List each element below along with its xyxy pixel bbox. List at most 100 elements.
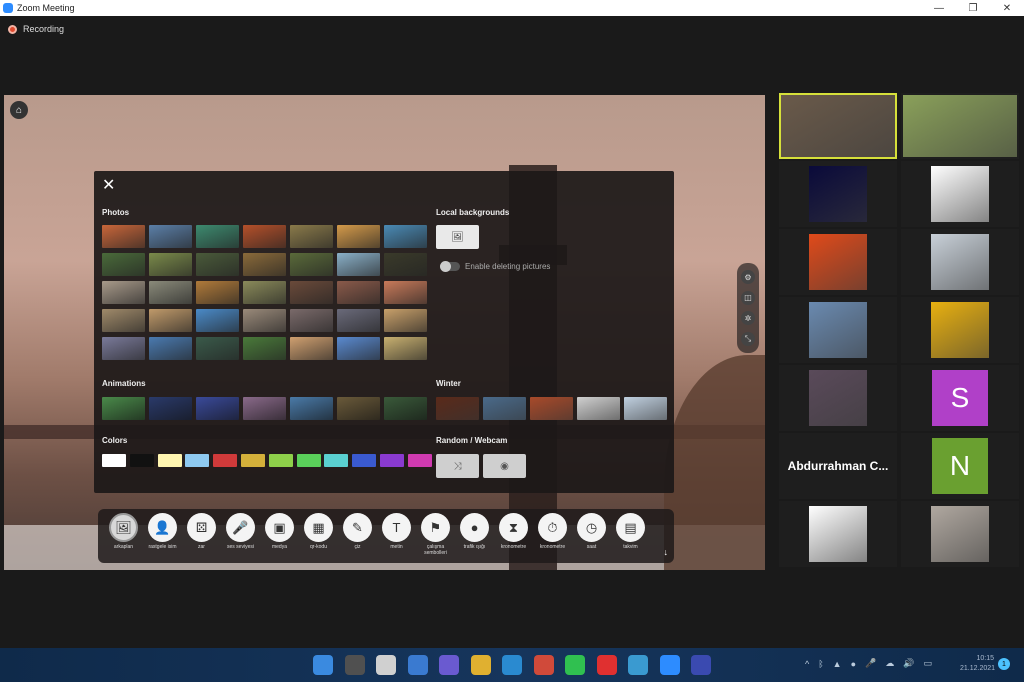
color-swatch[interactable]: [407, 454, 432, 467]
tray-icon[interactable]: ▭: [923, 658, 932, 669]
photo-thumbnail[interactable]: [149, 309, 192, 332]
toolbar-tool-button[interactable]: 🖼 arkaplan: [104, 513, 143, 550]
photo-thumbnail[interactable]: [243, 225, 286, 248]
color-swatch[interactable]: [213, 454, 238, 467]
photo-thumbnail[interactable]: [384, 281, 427, 304]
photo-thumbnail[interactable]: [102, 309, 145, 332]
toolbar-tool-button[interactable]: ⚑ çalışma sembolleri: [416, 513, 455, 556]
color-swatch[interactable]: [185, 454, 210, 467]
photo-thumbnail[interactable]: [196, 337, 239, 360]
enable-deleting-toggle[interactable]: [440, 261, 460, 272]
toolbar-tool-button[interactable]: ▤ takvim: [611, 513, 650, 550]
toolbar-collapse-icon[interactable]: ↓: [664, 547, 669, 557]
photo-thumbnail[interactable]: [384, 309, 427, 332]
color-swatch[interactable]: [296, 454, 321, 467]
toolbar-tool-button[interactable]: ✎ çiz: [338, 513, 377, 550]
color-swatch[interactable]: [352, 454, 377, 467]
tray-icon[interactable]: ᛒ: [818, 659, 823, 669]
toolbar-tool-button[interactable]: 👤 rastgele isim: [143, 513, 182, 550]
photo-thumbnail[interactable]: [102, 225, 145, 248]
taskbar-app-icon[interactable]: [628, 655, 648, 675]
photo-thumbnail[interactable]: [196, 281, 239, 304]
photo-thumbnail[interactable]: [149, 253, 192, 276]
color-swatch[interactable]: [102, 454, 126, 467]
color-swatch[interactable]: [240, 454, 265, 467]
tray-icon[interactable]: ☁: [885, 658, 894, 669]
photo-thumbnail[interactable]: [102, 281, 145, 304]
animation-thumbnail[interactable]: [243, 397, 286, 420]
participant-tile[interactable]: S: [901, 365, 1019, 431]
toolbar-tool-button[interactable]: ● trafik ışığı: [455, 513, 494, 550]
taskbar-app-icon[interactable]: [533, 655, 554, 675]
webcam-background-button[interactable]: ◉: [483, 454, 526, 478]
close-window-button[interactable]: ✕: [990, 0, 1024, 16]
animation-thumbnail[interactable]: [149, 397, 192, 420]
participant-tile[interactable]: [779, 297, 897, 363]
participant-tile[interactable]: N: [901, 433, 1019, 499]
photo-thumbnail[interactable]: [337, 253, 380, 276]
enable-deleting-toggle-row[interactable]: Enable deleting pictures: [440, 261, 550, 272]
photo-thumbnail[interactable]: [290, 309, 333, 332]
winter-thumbnail[interactable]: [483, 397, 526, 420]
winter-thumbnail[interactable]: [577, 397, 620, 420]
animation-thumbnail[interactable]: [337, 397, 380, 420]
close-panel-button[interactable]: ✕: [102, 175, 115, 195]
upload-background-button[interactable]: 🖼: [436, 225, 479, 249]
side-tool-icon[interactable]: ⚙: [741, 270, 755, 285]
participant-tile[interactable]: [779, 229, 897, 295]
animation-thumbnail[interactable]: [290, 397, 333, 420]
photo-thumbnail[interactable]: [337, 281, 380, 304]
taskbar-app-icon[interactable]: [344, 655, 365, 675]
photo-thumbnail[interactable]: [102, 337, 145, 360]
tray-icon[interactable]: 🎤: [865, 658, 876, 669]
taskbar-app-icon[interactable]: [565, 655, 585, 675]
participant-tile[interactable]: [901, 161, 1019, 227]
taskbar-app-icon[interactable]: [439, 655, 459, 675]
color-swatch[interactable]: [157, 454, 182, 467]
photo-thumbnail[interactable]: [290, 281, 333, 304]
minimize-button[interactable]: —: [922, 0, 956, 16]
taskbar-app-icon[interactable]: [470, 655, 491, 675]
photo-thumbnail[interactable]: [337, 309, 380, 332]
photo-thumbnail[interactable]: [243, 309, 286, 332]
participant-tile[interactable]: [779, 365, 897, 431]
maximize-button[interactable]: ❐: [956, 0, 990, 16]
toolbar-tool-button[interactable]: ⏱ kronometre: [533, 513, 572, 550]
participant-tile[interactable]: [901, 229, 1019, 295]
photo-thumbnail[interactable]: [337, 225, 380, 248]
taskbar-app-icon[interactable]: [407, 655, 428, 675]
taskbar-app-icon[interactable]: [691, 655, 711, 675]
participant-tile[interactable]: [901, 297, 1019, 363]
photo-thumbnail[interactable]: [243, 253, 286, 276]
winter-thumbnail[interactable]: [624, 397, 667, 420]
photo-thumbnail[interactable]: [149, 337, 192, 360]
photo-thumbnail[interactable]: [102, 253, 145, 276]
color-swatch[interactable]: [268, 454, 293, 467]
photo-thumbnail[interactable]: [337, 337, 380, 360]
notification-badge[interactable]: 1: [998, 658, 1010, 670]
taskbar-app-icon[interactable]: [313, 655, 333, 675]
taskbar-app-icon[interactable]: [659, 655, 680, 675]
photo-thumbnail[interactable]: [243, 281, 286, 304]
participant-tile[interactable]: Abdurrahman C...: [779, 433, 897, 499]
toolbar-tool-button[interactable]: ▣ medya: [260, 513, 299, 550]
winter-thumbnail[interactable]: [530, 397, 573, 420]
side-tool-icon[interactable]: ⤡: [741, 331, 755, 346]
color-swatch[interactable]: [324, 454, 349, 467]
photo-thumbnail[interactable]: [290, 337, 333, 360]
tray-icon[interactable]: 🔊: [903, 658, 914, 669]
animation-thumbnail[interactable]: [102, 397, 145, 420]
photo-thumbnail[interactable]: [384, 225, 427, 248]
winter-thumbnail[interactable]: [436, 397, 479, 420]
side-tool-icon[interactable]: ◫: [741, 290, 755, 305]
photo-thumbnail[interactable]: [384, 337, 427, 360]
participant-tile[interactable]: [901, 501, 1019, 567]
animation-thumbnail[interactable]: [196, 397, 239, 420]
photo-thumbnail[interactable]: [149, 281, 192, 304]
random-background-button[interactable]: ⤨: [436, 454, 479, 478]
photo-thumbnail[interactable]: [290, 253, 333, 276]
toolbar-tool-button[interactable]: ◷ saat: [572, 513, 611, 550]
participant-tile[interactable]: [779, 161, 897, 227]
home-button[interactable]: ⌂: [10, 101, 28, 119]
taskbar-app-icon[interactable]: [376, 655, 396, 675]
